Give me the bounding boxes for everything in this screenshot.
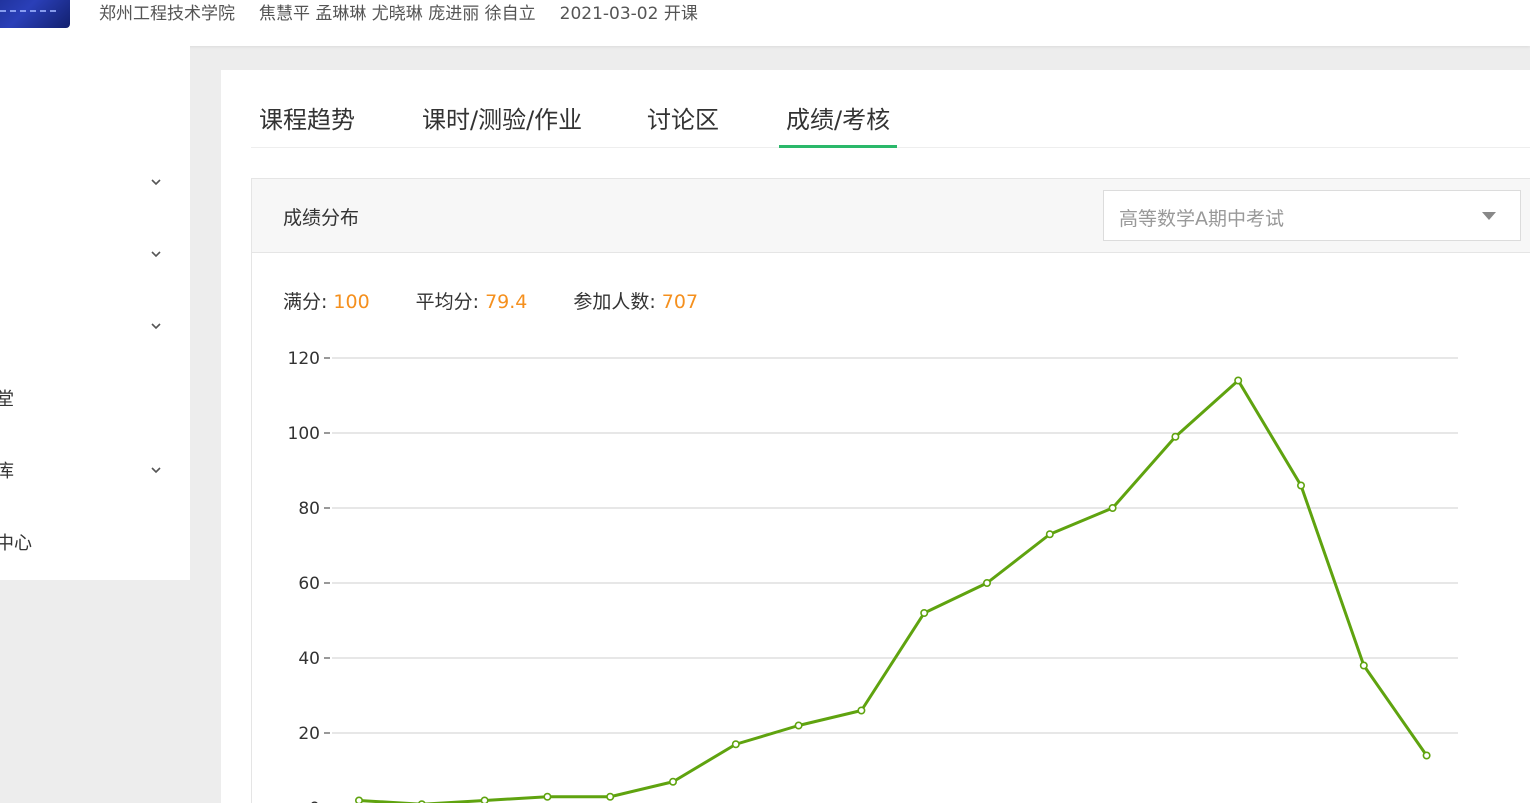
tab-discussion[interactable]: 讨论区	[640, 100, 726, 148]
y-tick-label: 0	[309, 799, 320, 803]
school-name: 郑州工程技术学院	[99, 3, 235, 24]
panel-header: 成绩分布 高等数学A期中考试	[252, 179, 1530, 253]
chevron-down-icon	[151, 467, 161, 474]
stat-average: 平均分: 79.4	[416, 287, 528, 314]
data-point[interactable]	[857, 706, 866, 715]
sidebar-item-3[interactable]	[0, 306, 190, 346]
sidebar: 堂 库 中心	[0, 46, 190, 580]
sidebar-item-label: 堂	[0, 389, 14, 410]
sidebar-item-4[interactable]: 堂	[0, 378, 190, 418]
series-line	[358, 379, 1428, 803]
data-point[interactable]	[355, 796, 363, 803]
data-point[interactable]	[1045, 530, 1054, 539]
stat-participants-value: 707	[661, 291, 699, 313]
grade-distribution-chart: 0 20 40 60 80 100 120	[288, 349, 1458, 803]
course-start-date: 2021-03-02 开课	[559, 3, 698, 24]
sidebar-item-1[interactable]	[0, 162, 190, 202]
data-point[interactable]	[480, 796, 489, 803]
stat-average-value: 79.4	[485, 291, 528, 313]
sidebar-item-6[interactable]: 中心	[0, 522, 190, 562]
chart-series	[355, 376, 1431, 803]
sidebar-item-2[interactable]	[0, 234, 190, 274]
course-meta: 郑州工程技术学院 焦慧平 孟琳琳 尤晓琳 庞进丽 徐自立 2021-03-02 …	[99, 0, 698, 24]
y-tick-label: 100	[288, 424, 320, 444]
y-tick-label: 40	[298, 649, 320, 669]
data-point[interactable]	[1359, 661, 1368, 670]
data-point[interactable]	[1108, 504, 1117, 513]
cover-decoration	[0, 10, 56, 12]
y-tick-label: 60	[298, 574, 320, 594]
data-point[interactable]	[543, 792, 552, 801]
chevron-down-icon	[151, 323, 161, 330]
data-point[interactable]	[982, 579, 991, 588]
score-stats: 满分: 100 平均分: 79.4 参加人数: 707	[283, 287, 698, 314]
tab-lessons-quizzes-homework[interactable]: 课时/测验/作业	[415, 100, 589, 148]
stat-full-label: 满分:	[283, 291, 328, 313]
tab-course-trend[interactable]: 课程趋势	[252, 100, 362, 148]
sidebar-item-label: 中心	[0, 533, 32, 554]
top-header: 郑州工程技术学院 焦慧平 孟琳琳 尤晓琳 庞进丽 徐自立 2021-03-02 …	[0, 0, 1530, 46]
chevron-down-icon	[151, 179, 161, 186]
data-point[interactable]	[668, 777, 677, 786]
stat-participants-label: 参加人数:	[573, 291, 656, 313]
data-point[interactable]	[1171, 432, 1180, 441]
y-tick-label: 120	[288, 349, 320, 369]
stat-participants: 参加人数: 707	[573, 287, 698, 314]
tab-bar: 课程趋势 课时/测验/作业 讨论区 成绩/考核	[251, 70, 1530, 148]
data-point[interactable]	[1422, 751, 1431, 760]
data-point[interactable]	[731, 740, 740, 749]
teacher-list: 焦慧平 孟琳琳 尤晓琳 庞进丽 徐自立	[259, 3, 536, 24]
chevron-down-icon	[151, 251, 161, 258]
data-point[interactable]	[1297, 481, 1306, 490]
panel-title: 成绩分布	[283, 207, 360, 229]
tab-grades-assessment[interactable]: 成绩/考核	[779, 100, 898, 148]
data-point[interactable]	[1234, 376, 1243, 385]
course-cover-image[interactable]	[0, 0, 70, 28]
y-axis: 0 20 40 60 80 100 120	[288, 349, 330, 803]
sidebar-item-5[interactable]: 库	[0, 450, 190, 490]
sidebar-item-label: 库	[0, 461, 14, 482]
y-tick-label: 80	[298, 499, 320, 519]
exam-select-value: 高等数学A期中考试	[1119, 208, 1284, 230]
stat-full-score: 满分: 100	[283, 287, 370, 314]
exam-select[interactable]: 高等数学A期中考试	[1103, 190, 1521, 241]
data-point[interactable]	[606, 792, 615, 801]
y-tick-label: 20	[298, 724, 320, 744]
data-point[interactable]	[920, 608, 929, 617]
data-point[interactable]	[794, 721, 803, 730]
stat-average-label: 平均分:	[415, 291, 480, 313]
caret-down-icon	[1482, 212, 1496, 220]
stat-full-value: 100	[333, 291, 370, 313]
chart-grid	[332, 357, 1458, 734]
